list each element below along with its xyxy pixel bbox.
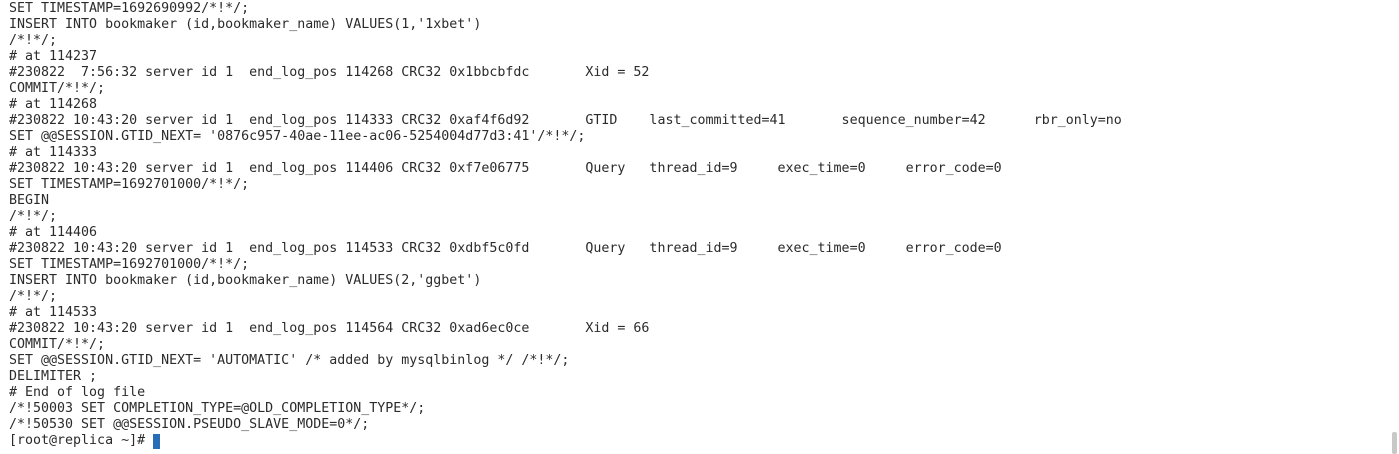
terminal-output: SET TIMESTAMP=1692690992/*!*/; INSERT IN… (9, 1, 1122, 449)
terminal-line: # at 114406 (9, 225, 98, 240)
terminal-line: /*!50530 SET @@SESSION.PSEUDO_SLAVE_MODE… (9, 417, 370, 432)
terminal-line: BEGIN (9, 193, 50, 208)
terminal-line: # at 114268 (9, 97, 98, 112)
terminal-window[interactable]: SET TIMESTAMP=1692690992/*!*/; INSERT IN… (0, 0, 1390, 454)
text-cursor (153, 433, 161, 449)
command-prompt-line[interactable]: [root@replica ~]# (9, 433, 1122, 449)
terminal-line: # at 114333 (9, 145, 98, 160)
vertical-scrollbar[interactable] (1390, 0, 1399, 454)
terminal-line: INSERT INTO bookmaker (id,bookmaker_name… (9, 273, 482, 288)
terminal-line: /*!*/; (9, 33, 58, 48)
terminal-line: SET TIMESTAMP=1692701000/*!*/; (9, 257, 250, 272)
terminal-line: #230822 10:43:20 server id 1 end_log_pos… (9, 321, 650, 336)
terminal-line: /*!50003 SET COMPLETION_TYPE=@OLD_COMPLE… (9, 401, 426, 416)
terminal-line: # at 114533 (9, 305, 98, 320)
terminal-line: #230822 10:43:20 server id 1 end_log_pos… (9, 113, 1122, 128)
terminal-line: INSERT INTO bookmaker (id,bookmaker_name… (9, 17, 482, 32)
terminal-line: #230822 10:43:20 server id 1 end_log_pos… (9, 241, 1002, 256)
terminal-line: #230822 7:56:32 server id 1 end_log_pos … (9, 65, 650, 80)
terminal-line: COMMIT/*!*/; (9, 337, 106, 352)
shell-prompt: [root@replica ~]# (9, 433, 146, 448)
terminal-line: COMMIT/*!*/; (9, 81, 106, 96)
terminal-line: #230822 10:43:20 server id 1 end_log_pos… (9, 161, 1002, 176)
terminal-line: # at 114237 (9, 49, 98, 64)
terminal-line: DELIMITER ; (9, 369, 98, 384)
terminal-line: SET @@SESSION.GTID_NEXT= '0876c957-40ae-… (9, 129, 586, 144)
terminal-line: /*!*/; (9, 289, 58, 304)
terminal-line: SET TIMESTAMP=1692701000/*!*/; (9, 177, 250, 192)
terminal-line: SET TIMESTAMP=1692690992/*!*/; (9, 1, 250, 16)
terminal-line: # End of log file (9, 385, 146, 400)
scrollbar-thumb[interactable] (1392, 432, 1397, 454)
terminal-line: /*!*/; (9, 209, 58, 224)
terminal-line: SET @@SESSION.GTID_NEXT= 'AUTOMATIC' /* … (9, 353, 570, 368)
